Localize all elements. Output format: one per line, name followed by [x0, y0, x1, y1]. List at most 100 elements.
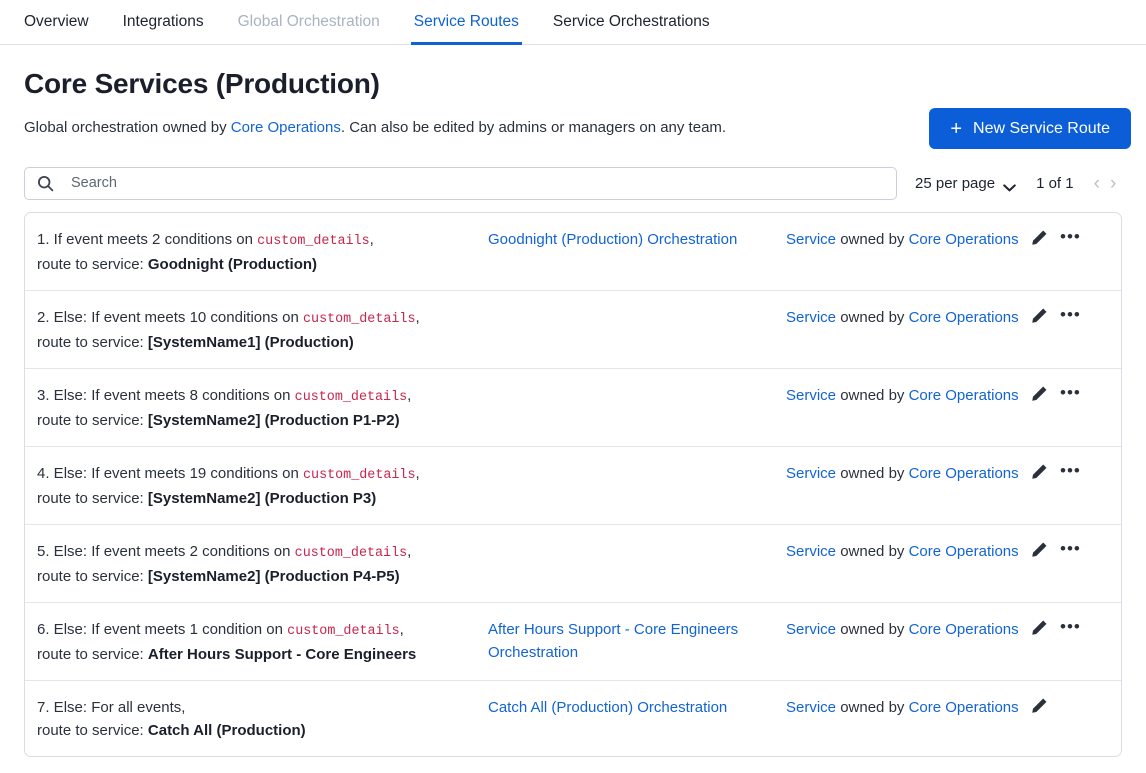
search-input[interactable] — [69, 174, 884, 193]
service-link[interactable]: Service — [786, 699, 836, 716]
pencil-icon[interactable] — [1031, 229, 1048, 246]
orchestration-cell: Goodnight (Production) Orchestration — [488, 228, 786, 251]
row-actions: ••• — [1031, 384, 1121, 402]
tab-label: Integrations — [122, 13, 204, 30]
rule-condition-suffix: , — [399, 620, 404, 638]
service-link[interactable]: Service — [786, 309, 836, 326]
orchestration-link[interactable]: Catch All (Production) Orchestration — [488, 699, 727, 716]
pencil-icon[interactable] — [1031, 541, 1048, 558]
row-actions: ••• — [1031, 618, 1121, 636]
rule-condition-prefix: Else: If event meets 19 conditions on — [49, 464, 303, 482]
owner-team-link[interactable]: Core Operations — [909, 387, 1019, 404]
rule-index: 7. — [37, 698, 50, 716]
route-to-service-label: route to service: — [37, 411, 148, 429]
pencil-icon[interactable] — [1031, 619, 1048, 636]
owned-by-text: owned by — [836, 542, 909, 560]
owned-by-text: owned by — [836, 386, 909, 404]
rule-index: 1. — [37, 230, 50, 248]
route-to-service-label: route to service: — [37, 567, 148, 585]
service-owner-cell: Service owned by Core Operations — [786, 228, 1031, 251]
service-link[interactable]: Service — [786, 231, 836, 248]
ellipsis-icon[interactable]: ••• — [1060, 306, 1081, 323]
custom-details-field: custom_details — [294, 389, 408, 405]
rule-condition-prefix: If event meets 2 conditions on — [49, 230, 258, 248]
orchestration-link[interactable]: Goodnight (Production) Orchestration — [488, 231, 737, 248]
ellipsis-icon[interactable]: ••• — [1060, 384, 1081, 401]
page-indicator: 1 of 1 — [1036, 174, 1074, 192]
ellipsis-icon[interactable]: ••• — [1060, 228, 1081, 245]
orchestration-link[interactable]: After Hours Support - Core Engineers Orc… — [488, 621, 738, 661]
custom-details-field: custom_details — [257, 233, 370, 249]
row-actions: ••• — [1031, 306, 1121, 324]
owned-by-text: owned by — [836, 698, 909, 716]
rule-index: 4. — [37, 464, 50, 482]
rule-index: 6. — [37, 620, 50, 638]
owned-by-text: owned by — [836, 230, 909, 248]
table-toolbar: 25 per page 1 of 1 ‹ › — [0, 166, 1146, 200]
owned-by-text: owned by — [836, 464, 909, 482]
owner-team-link[interactable]: Core Operations — [909, 621, 1019, 638]
rule-condition-prefix: Else: If event meets 2 conditions on — [49, 542, 295, 560]
rule-description: 6. Else: If event meets 1 condition on c… — [25, 618, 488, 666]
route-to-service-label: route to service: — [37, 722, 148, 740]
route-target-service: [SystemName2] (Production P1-P2) — [147, 411, 400, 429]
next-page-icon[interactable]: › — [1108, 174, 1118, 193]
search-icon — [37, 175, 54, 192]
rule-index: 5. — [37, 542, 50, 560]
orchestration-cell: After Hours Support - Core Engineers Orc… — [488, 618, 786, 665]
page-title: Core Services (Production) — [24, 68, 380, 99]
route-target-service: [SystemName1] (Production) — [147, 333, 354, 351]
service-link[interactable]: Service — [786, 621, 836, 638]
owner-team-link[interactable]: Core Operations — [909, 231, 1019, 248]
table-row: 6. Else: If event meets 1 condition on c… — [25, 603, 1121, 681]
tab-service-routes[interactable]: Service Routes — [397, 0, 536, 45]
rule-condition-suffix: , — [407, 386, 412, 404]
tab-integrations[interactable]: Integrations — [106, 0, 221, 44]
primary-tab-bar: Overview Integrations Global Orchestration… — [0, 0, 1146, 45]
rule-condition-prefix: Else: If event meets 1 condition on — [49, 620, 288, 638]
route-to-service-label: route to service: — [37, 489, 148, 507]
previous-page-icon[interactable]: ‹ — [1092, 174, 1102, 193]
route-target-service: [SystemName2] (Production P3) — [147, 489, 377, 507]
pencil-icon[interactable] — [1031, 697, 1048, 714]
owner-team-link[interactable]: Core Operations — [909, 543, 1019, 560]
table-row: 5. Else: If event meets 2 conditions on … — [25, 525, 1121, 603]
table-row: 1. If event meets 2 conditions on custom… — [25, 213, 1121, 291]
page-header: Core Services (Production) Global orches… — [0, 45, 1146, 149]
tab-service-orchestrations[interactable]: Service Orchestrations — [536, 0, 727, 44]
owner-team-link[interactable]: Core Operations — [909, 465, 1019, 482]
rule-description: 2. Else: If event meets 10 conditions on… — [25, 306, 488, 354]
ellipsis-icon[interactable]: ••• — [1060, 462, 1081, 479]
service-link[interactable]: Service — [786, 543, 836, 560]
service-owner-cell: Service owned by Core Operations — [786, 306, 1031, 329]
rule-description: 7. Else: For all events, route to service… — [25, 696, 488, 743]
tab-overview[interactable]: Overview — [24, 0, 106, 44]
route-to-service-label: route to service: — [37, 333, 148, 351]
owner-team-link[interactable]: Core Operations — [231, 119, 341, 136]
rule-description: 1. If event meets 2 conditions on custom… — [25, 228, 488, 276]
service-owner-cell: Service owned by Core Operations — [786, 462, 1031, 485]
pencil-icon[interactable] — [1031, 385, 1048, 402]
ellipsis-icon[interactable]: ••• — [1060, 618, 1081, 635]
service-link[interactable]: Service — [786, 465, 836, 482]
service-owner-cell: Service owned by Core Operations — [786, 618, 1031, 641]
tab-label: Global Orchestration — [237, 13, 380, 30]
new-service-route-label: New Service Route — [973, 119, 1110, 137]
rule-condition-suffix: , — [369, 230, 374, 248]
table-row: 3. Else: If event meets 8 conditions on … — [25, 369, 1121, 447]
owner-team-link[interactable]: Core Operations — [909, 699, 1019, 716]
ellipsis-icon[interactable]: ••• — [1060, 540, 1081, 557]
pencil-icon[interactable] — [1031, 307, 1048, 324]
per-page-dropdown[interactable]: 25 per page — [915, 175, 1016, 192]
new-service-route-button[interactable]: + New Service Route — [929, 108, 1131, 149]
service-link[interactable]: Service — [786, 387, 836, 404]
owner-team-link[interactable]: Core Operations — [909, 309, 1019, 326]
custom-details-field: custom_details — [303, 467, 416, 483]
pencil-icon[interactable] — [1031, 463, 1048, 480]
custom-details-field: custom_details — [294, 545, 408, 561]
owned-by-text: owned by — [836, 620, 909, 638]
search-box[interactable] — [24, 166, 897, 200]
service-owner-cell: Service owned by Core Operations — [786, 696, 1031, 719]
table-row: 4. Else: If event meets 19 conditions on… — [25, 447, 1121, 525]
row-actions — [1031, 696, 1121, 714]
